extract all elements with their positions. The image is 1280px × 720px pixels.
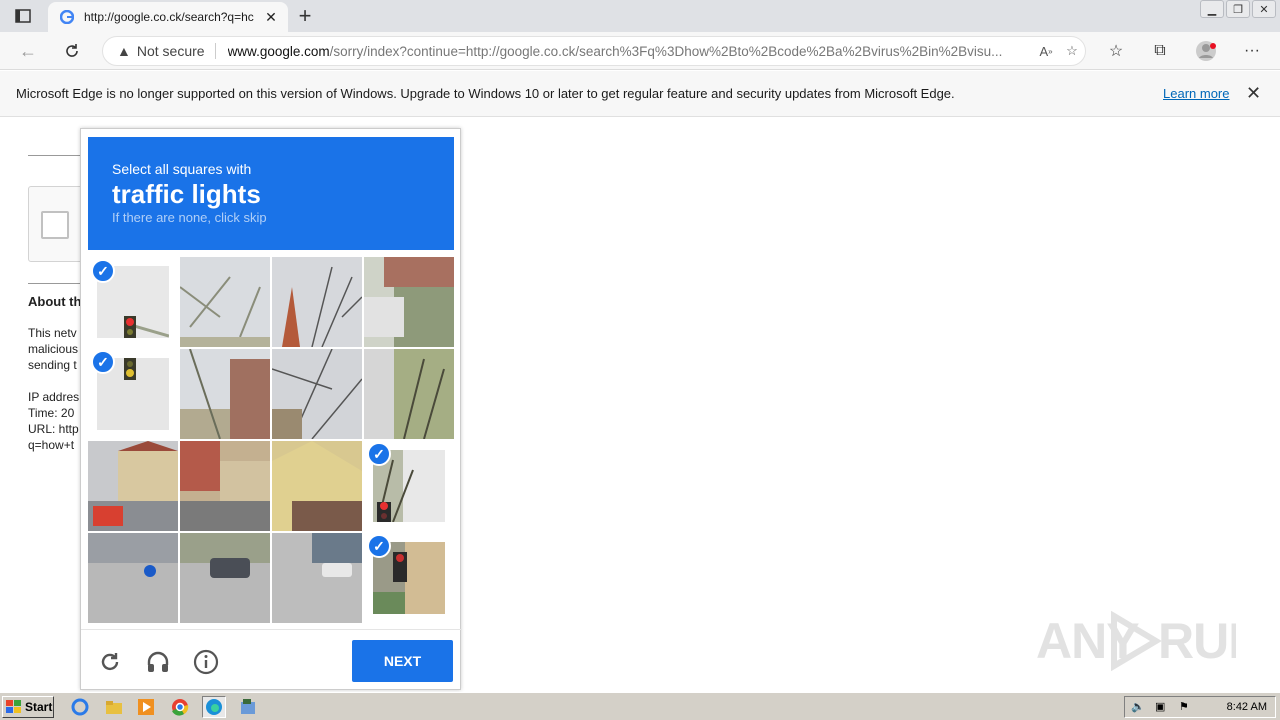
grid-line bbox=[178, 257, 180, 441]
image-tile[interactable] bbox=[180, 257, 270, 347]
profile-avatar[interactable] bbox=[1192, 39, 1220, 63]
more-options-icon[interactable]: ··· bbox=[1238, 39, 1266, 63]
image-tile[interactable] bbox=[272, 441, 362, 531]
back-arrow-icon[interactable]: ← bbox=[16, 39, 40, 63]
url-host: www.google.com bbox=[227, 43, 330, 59]
image-tile[interactable] bbox=[272, 533, 362, 623]
image-tile[interactable] bbox=[88, 533, 178, 623]
maximize-button[interactable]: ❐ bbox=[1226, 0, 1250, 18]
not-secure-label: Not secure bbox=[137, 43, 216, 59]
challenge-footer: NEXT bbox=[81, 629, 462, 690]
recaptcha-checkbox-widget bbox=[28, 186, 88, 262]
selected-check-icon: ✓ bbox=[91, 259, 115, 283]
challenge-target: traffic lights bbox=[112, 179, 261, 209]
page-text: malicious bbox=[28, 342, 79, 356]
page-text: URL: http bbox=[28, 422, 79, 436]
page-text: Time: 20 bbox=[28, 406, 75, 420]
learn-more-link[interactable]: Learn more bbox=[1163, 86, 1229, 101]
address-bar[interactable]: ▲ Not secure www.google.com/sorry/index?… bbox=[102, 36, 1086, 66]
new-tab-button[interactable]: + bbox=[294, 3, 316, 28]
image-tile[interactable] bbox=[180, 533, 270, 623]
challenge-header: Select all squares with traffic lights I… bbox=[88, 137, 454, 250]
unsupported-banner: Microsoft Edge is no longer supported on… bbox=[0, 71, 1280, 117]
read-aloud-icon[interactable]: A» bbox=[1033, 38, 1059, 64]
chrome-icon[interactable] bbox=[168, 696, 192, 718]
about-heading: About th bbox=[28, 294, 82, 309]
window-controls: ▁ ❐ ✕ bbox=[1200, 0, 1276, 18]
url-path: /sorry/index?continue=http://google.co.c… bbox=[329, 43, 1003, 59]
image-tile[interactable] bbox=[180, 441, 270, 531]
close-tab-icon[interactable]: ✕ bbox=[262, 8, 280, 26]
google-favicon-icon bbox=[59, 9, 75, 25]
svg-text:RUN: RUN bbox=[1158, 613, 1236, 669]
selected-check-icon: ✓ bbox=[91, 350, 115, 374]
tab-title: http://google.co.ck/search?q=hc bbox=[84, 10, 254, 24]
anyrun-watermark: ANY RUN bbox=[1036, 606, 1264, 676]
challenge-hint: If there are none, click skip bbox=[112, 210, 267, 225]
banner-message: Microsoft Edge is no longer supported on… bbox=[16, 86, 955, 101]
folder-icon[interactable] bbox=[102, 696, 126, 718]
page-text: sending t bbox=[28, 358, 77, 372]
info-icon[interactable] bbox=[192, 648, 220, 676]
page-text: IP addres bbox=[28, 390, 80, 404]
minimize-button[interactable]: ▁ bbox=[1200, 0, 1224, 18]
tab-actions-icon[interactable] bbox=[6, 4, 40, 28]
browser-toolbar: ← ▲ Not secure www.google.com/sorry/inde… bbox=[0, 32, 1280, 70]
app-icon[interactable] bbox=[236, 696, 260, 718]
browser-titlebar: http://google.co.ck/search?q=hc ✕ + ▁ ❐ … bbox=[0, 0, 1280, 32]
edge-icon[interactable] bbox=[202, 696, 226, 718]
audio-challenge-icon[interactable] bbox=[144, 648, 172, 676]
divider bbox=[28, 155, 80, 156]
recaptcha-checkbox[interactable] bbox=[41, 211, 69, 239]
image-tile[interactable] bbox=[272, 257, 362, 347]
close-banner-icon[interactable]: ✕ bbox=[1246, 83, 1261, 104]
ie-icon[interactable] bbox=[68, 696, 92, 718]
favorites-icon[interactable]: ☆ bbox=[1102, 39, 1130, 63]
media-player-icon[interactable] bbox=[134, 696, 158, 718]
image-grid: ✓ ✓ ✓ ✓ bbox=[88, 257, 454, 623]
selected-check-icon: ✓ bbox=[367, 442, 391, 466]
warning-icon: ▲ bbox=[117, 43, 131, 59]
image-tile[interactable] bbox=[180, 349, 270, 439]
url-text: www.google.com/sorry/index?continue=http… bbox=[228, 44, 1033, 59]
refresh-icon[interactable] bbox=[60, 39, 84, 63]
flag-icon[interactable]: ⚑ bbox=[1179, 700, 1189, 713]
add-favorite-icon[interactable]: ☆ bbox=[1059, 38, 1085, 64]
page-text: q=how+t bbox=[28, 438, 75, 452]
collections-icon[interactable]: ⧉ bbox=[1146, 39, 1174, 63]
page-text: This netv bbox=[28, 326, 77, 340]
image-tile[interactable] bbox=[364, 349, 454, 439]
reload-icon[interactable] bbox=[96, 648, 124, 676]
network-icon[interactable]: ▣ bbox=[1155, 700, 1165, 713]
system-tray: 🔈 ▣ ⚑ 8:42 AM bbox=[1124, 696, 1276, 718]
browser-tab[interactable]: http://google.co.ck/search?q=hc ✕ bbox=[48, 2, 288, 32]
image-tile[interactable] bbox=[364, 257, 454, 347]
start-label: Start bbox=[25, 700, 53, 714]
close-window-button[interactable]: ✕ bbox=[1252, 0, 1276, 18]
next-button[interactable]: NEXT bbox=[352, 640, 453, 682]
windows-taskbar: Start 🔈 ▣ ⚑ 8:42 AM bbox=[0, 692, 1280, 720]
volume-icon[interactable]: 🔈 bbox=[1131, 700, 1145, 713]
image-tile[interactable] bbox=[88, 441, 178, 531]
challenge-instruction: Select all squares with bbox=[112, 161, 252, 177]
recaptcha-challenge: Select all squares with traffic lights I… bbox=[80, 128, 462, 690]
start-button[interactable]: Start bbox=[2, 696, 54, 718]
windows-logo-icon bbox=[6, 700, 21, 713]
divider bbox=[28, 283, 80, 284]
clock[interactable]: 8:42 AM bbox=[1227, 701, 1267, 713]
selected-check-icon: ✓ bbox=[367, 534, 391, 558]
image-tile[interactable] bbox=[272, 349, 362, 439]
